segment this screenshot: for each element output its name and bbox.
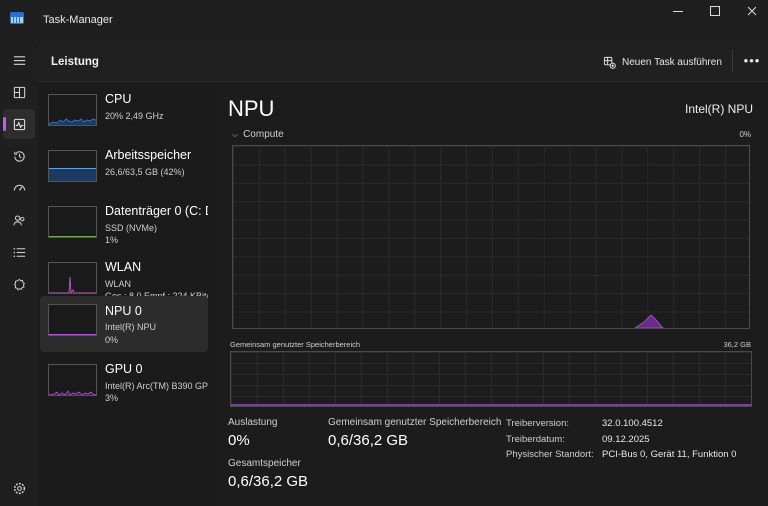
device-detail: Intel(R) Arc(TM) B390 GPU [105, 381, 208, 391]
device-item-disk[interactable]: Datenträger 0 (C: D:) SSD (NVMe) 1% [40, 202, 208, 258]
device-list: CPU 20% 2,49 GHz Arbeitsspeicher 26,6/63… [38, 82, 210, 506]
details-icon [13, 247, 25, 257]
services-icon [13, 278, 25, 291]
compute-spike [634, 314, 664, 328]
device-detail: Intel(R) NPU [105, 322, 157, 332]
device-name: WLAN [105, 260, 142, 274]
device-name: Arbeitsspeicher [105, 148, 192, 162]
menu-button[interactable] [3, 45, 35, 75]
device-detail-2: 0% [105, 335, 119, 345]
chevron-down-icon: ⌵ [232, 129, 239, 139]
gpu-thumbnail-graph [48, 364, 97, 396]
device-detail: SSD (NVMe) [105, 223, 158, 233]
shared-memory-label: Gemeinsam genutzter Speicherbereich [230, 340, 361, 349]
device-name: GPU 0 [105, 362, 143, 376]
device-model: Intel(R) NPU [684, 102, 753, 116]
device-name: Datenträger 0 (C: D:) [105, 204, 208, 218]
device-detail-2: 3% [105, 393, 119, 403]
run-new-task-button[interactable]: Neuen Task ausführen [603, 52, 722, 72]
physical-location-value: PCI-Bus 0, Gerät 11, Funktion 0 [602, 449, 737, 460]
device-item-cpu[interactable]: CPU 20% 2,49 GHz [40, 90, 208, 146]
close-icon [747, 6, 757, 16]
device-detail: 20% 2,49 GHz [105, 111, 164, 121]
processes-icon [13, 86, 25, 98]
disk-thumbnail-graph [48, 206, 97, 238]
nav-users[interactable] [3, 205, 35, 235]
utilization-value: 0% [228, 432, 250, 449]
cpu-thumbnail-graph [48, 94, 97, 126]
more-options-button[interactable]: ••• [742, 50, 762, 70]
window-title: Task-Manager [43, 14, 113, 26]
run-task-icon [603, 56, 616, 69]
nav-startup-apps[interactable] [3, 173, 35, 203]
npu-thumbnail-graph [48, 304, 97, 336]
users-icon [12, 214, 24, 225]
device-item-memory[interactable]: Arbeitsspeicher 26,6/63,5 GB (42%) [40, 146, 208, 202]
app-history-icon [13, 150, 25, 162]
page-title: Leistung [51, 56, 99, 68]
driver-date-value: 09.12.2025 [602, 434, 650, 445]
nav-settings[interactable] [3, 473, 35, 503]
nav-performance[interactable] [3, 109, 35, 139]
nav-app-history[interactable] [3, 141, 35, 171]
nav-details[interactable] [3, 237, 35, 267]
device-detail-2: 1% [105, 235, 119, 245]
shared-memory-graph [230, 351, 752, 407]
shared-memory-stat-value: 0,6/36,2 GB [328, 432, 409, 449]
shared-memory-fill [231, 404, 751, 406]
header-divider [732, 50, 733, 72]
device-item-gpu[interactable]: GPU 0 Intel(R) Arc(TM) B390 GPU 3% [40, 360, 208, 416]
resource-title: NPU [228, 96, 275, 121]
device-name: NPU 0 [105, 304, 142, 318]
device-detail: WLAN [105, 279, 132, 289]
utilization-label: Auslastung [228, 417, 278, 428]
wifi-thumbnail-graph [48, 262, 97, 294]
page-header: Leistung Neuen Task ausführen ••• [38, 40, 768, 82]
driver-date-key: Treiberdatum: [506, 434, 565, 445]
compute-label: Compute [243, 129, 284, 140]
compute-graph-selector[interactable]: ⌵ Compute [232, 129, 284, 140]
navigation-rail [0, 40, 38, 506]
device-item-npu[interactable]: NPU 0 Intel(R) NPU 0% [40, 296, 208, 352]
total-memory-value: 0,6/36,2 GB [228, 473, 309, 490]
menu-icon [13, 55, 25, 65]
driver-version-value: 32.0.100.4512 [602, 418, 663, 429]
shared-memory-stat-label: Gemeinsam genutzter Speicherbereich [328, 417, 502, 428]
settings-icon [13, 482, 25, 494]
shared-memory-max: 36,2 GB [723, 340, 751, 349]
device-detail: 26,6/63,5 GB (42%) [105, 167, 185, 177]
memory-thumbnail-graph [48, 150, 97, 182]
total-memory-label: Gesamtspeicher [228, 458, 301, 469]
compute-max-label: 0% [739, 130, 751, 139]
run-new-task-label: Neuen Task ausführen [622, 56, 722, 68]
nav-processes[interactable] [3, 77, 35, 107]
performance-icon [13, 118, 25, 130]
close-button[interactable] [729, 0, 768, 22]
task-manager-icon [10, 12, 24, 24]
compute-graph [232, 145, 750, 329]
title-bar: Task-Manager [0, 0, 768, 40]
device-name: CPU [105, 92, 132, 106]
nav-services[interactable] [3, 269, 35, 299]
npu-details-panel: NPU Intel(R) NPU ⌵ Compute 0% Gemeinsam … [210, 82, 768, 506]
driver-version-key: Treiberversion: [506, 418, 570, 429]
physical-location-key: Physischer Standort: [506, 449, 594, 460]
startup-apps-icon [13, 184, 25, 191]
